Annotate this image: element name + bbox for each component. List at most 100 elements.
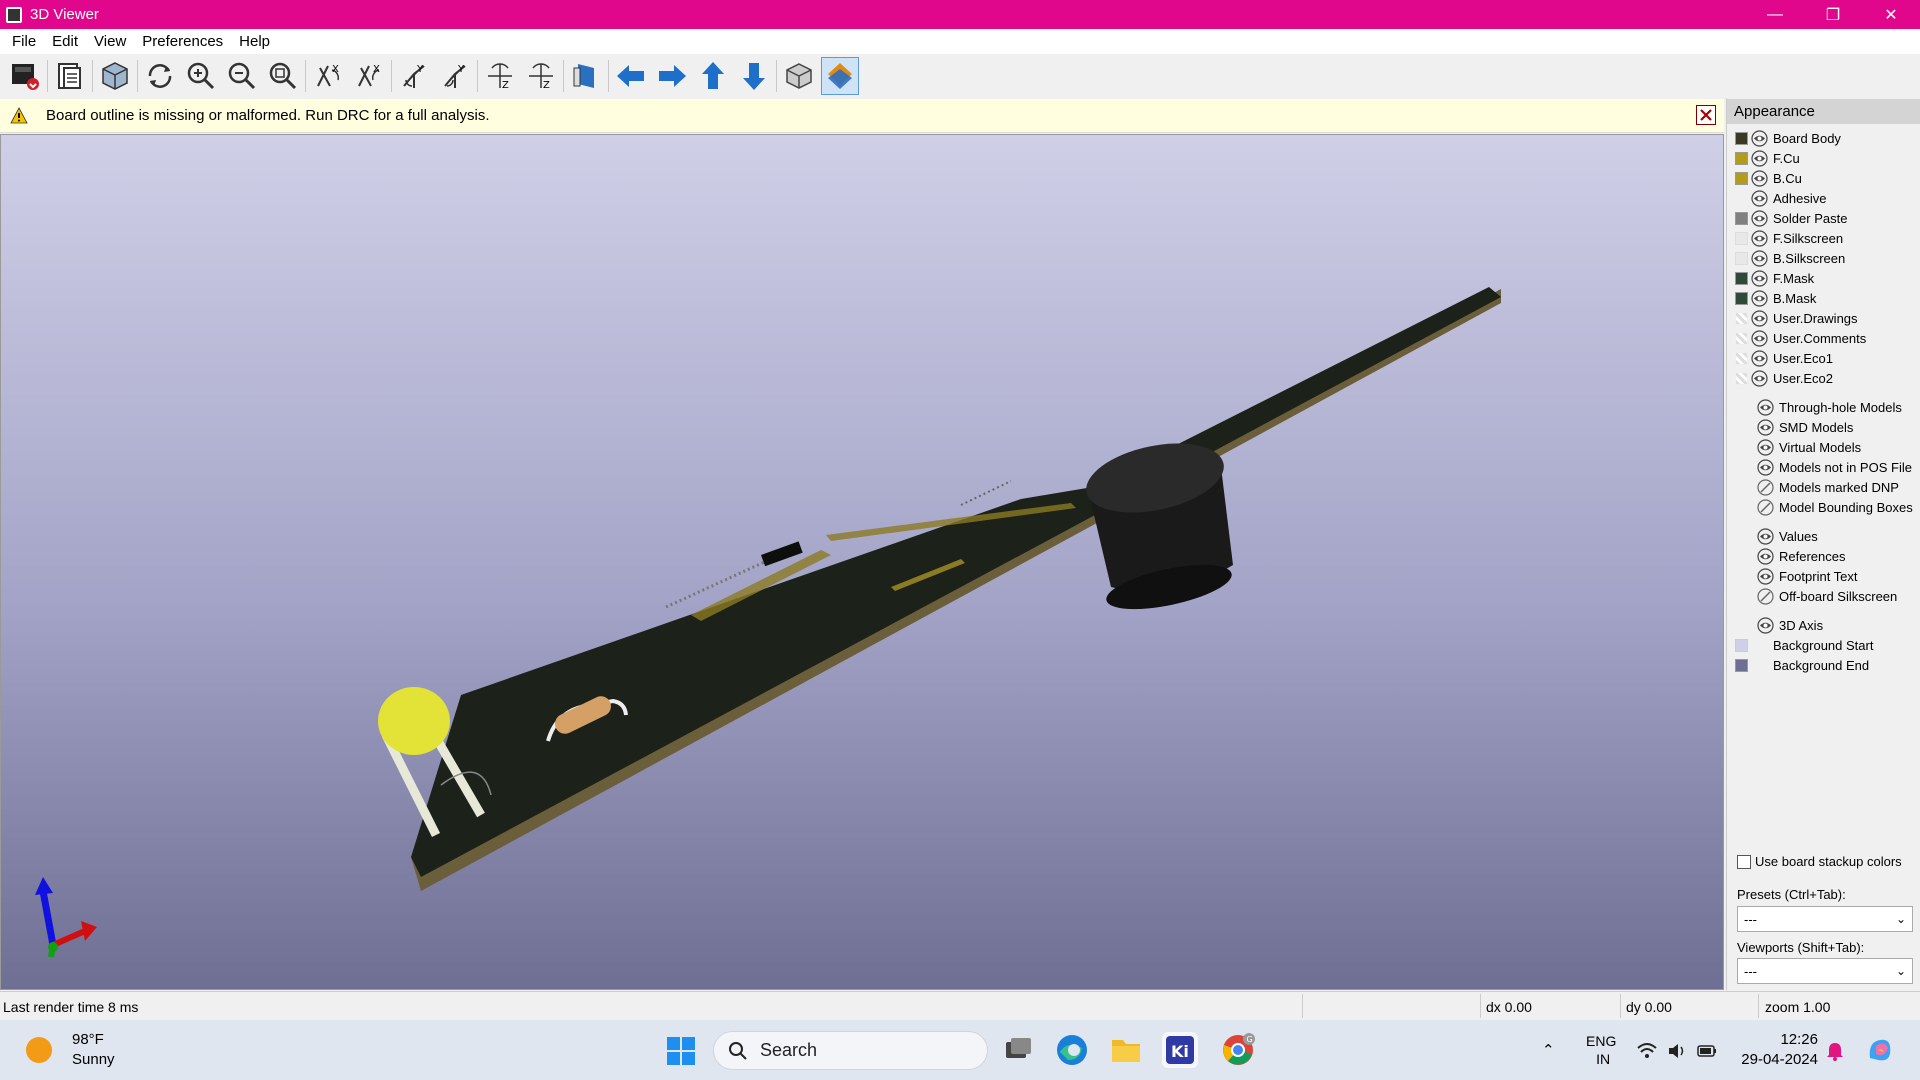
- taskbar-search[interactable]: Search: [713, 1031, 988, 1070]
- checkbox-box[interactable]: [1737, 854, 1751, 869]
- menu-preferences[interactable]: Preferences: [134, 33, 231, 50]
- color-swatch[interactable]: [1735, 638, 1748, 652]
- move-left-button[interactable]: [612, 57, 650, 95]
- eye-icon[interactable]: [1757, 418, 1774, 436]
- layer-row-user-comments[interactable]: User.Comments: [1735, 328, 1866, 348]
- color-swatch[interactable]: [1735, 271, 1748, 285]
- menu-view[interactable]: View: [86, 33, 134, 50]
- menu-edit[interactable]: Edit: [44, 33, 86, 50]
- layer-row-fsilkscreen[interactable]: F.Silkscreen: [1735, 228, 1843, 248]
- layer-row-solder-paste[interactable]: Solder Paste: [1735, 208, 1847, 228]
- eye-icon[interactable]: [1751, 329, 1768, 347]
- volume-icon[interactable]: [1666, 1040, 1688, 1062]
- layer-row-bcu[interactable]: B.Cu: [1735, 168, 1802, 188]
- color-swatch[interactable]: [1735, 331, 1748, 345]
- layer-row-board-body[interactable]: Board Body: [1735, 128, 1841, 148]
- reload-board-button[interactable]: [96, 57, 134, 95]
- move-up-button[interactable]: [694, 57, 732, 95]
- color-swatch[interactable]: [1735, 291, 1748, 305]
- kicad-taskbar-button[interactable]: Ki: [1162, 1032, 1198, 1068]
- notification-bell-icon[interactable]: [1824, 1040, 1846, 1062]
- eye-icon[interactable]: [1751, 369, 1768, 387]
- viewports-dropdown[interactable]: --- ⌄: [1737, 958, 1913, 984]
- layer-row-bmask[interactable]: B.Mask: [1735, 288, 1816, 308]
- eye-icon[interactable]: [1757, 616, 1774, 634]
- eye-icon[interactable]: [1757, 458, 1774, 476]
- infobar-close-button[interactable]: [1696, 105, 1716, 125]
- rotate-z-ccw-button[interactable]: Z: [481, 57, 519, 95]
- model-row-through-hole[interactable]: Through-hole Models: [1757, 397, 1902, 417]
- color-swatch[interactable]: [1735, 131, 1748, 145]
- color-swatch[interactable]: [1735, 211, 1748, 225]
- zoom-in-button[interactable]: [182, 57, 220, 95]
- eye-icon[interactable]: [1757, 398, 1774, 416]
- color-swatch[interactable]: [1735, 251, 1748, 265]
- layer-row-bsilkscreen[interactable]: B.Silkscreen: [1735, 248, 1845, 268]
- eye-icon[interactable]: [1751, 229, 1768, 247]
- rotate-y-ccw-button[interactable]: Y: [395, 57, 433, 95]
- layer-row-fcu[interactable]: F.Cu: [1735, 148, 1800, 168]
- edge-browser-icon[interactable]: [1054, 1032, 1090, 1068]
- eye-icon[interactable]: [1751, 149, 1768, 167]
- text-row-offboard-silk[interactable]: Off-board Silkscreen: [1757, 586, 1897, 606]
- zoom-fit-button[interactable]: [264, 57, 302, 95]
- language-indicator[interactable]: ENG IN: [1586, 1020, 1616, 1080]
- model-row-not-in-pos[interactable]: Models not in POS File: [1757, 457, 1912, 477]
- eye-icon[interactable]: [1751, 169, 1768, 187]
- rotate-view-button[interactable]: [141, 57, 179, 95]
- render-options-button[interactable]: [6, 57, 44, 95]
- eye-icon[interactable]: [1751, 349, 1768, 367]
- menu-file[interactable]: File: [4, 33, 44, 50]
- tray-chevron-icon[interactable]: ⌃: [1542, 1020, 1555, 1080]
- misc-row-bg-start[interactable]: Background Start: [1735, 635, 1873, 655]
- 3d-viewport[interactable]: [0, 134, 1724, 990]
- text-row-footprint-text[interactable]: Footprint Text: [1757, 566, 1858, 586]
- copilot-icon[interactable]: [1864, 1034, 1896, 1066]
- chrome-icon[interactable]: G: [1220, 1032, 1256, 1068]
- layer-row-fmask[interactable]: F.Mask: [1735, 268, 1814, 288]
- eye-icon[interactable]: [1751, 209, 1768, 227]
- layer-row-user-drawings[interactable]: User.Drawings: [1735, 308, 1858, 328]
- model-row-dnp[interactable]: Models marked DNP: [1757, 477, 1899, 497]
- copy-clipboard-button[interactable]: [51, 57, 89, 95]
- flip-board-button[interactable]: [567, 57, 605, 95]
- layer-row-adhesive[interactable]: Adhesive: [1735, 188, 1826, 208]
- color-swatch[interactable]: [1735, 371, 1748, 385]
- eye-icon[interactable]: [1751, 309, 1768, 327]
- eye-icon[interactable]: [1751, 289, 1768, 307]
- rotate-x-ccw-button[interactable]: X: [309, 57, 347, 95]
- misc-row-3d-axis[interactable]: 3D Axis: [1757, 615, 1823, 635]
- eye-icon[interactable]: [1757, 527, 1774, 545]
- move-right-button[interactable]: [653, 57, 691, 95]
- misc-row-bg-end[interactable]: Background End: [1735, 655, 1869, 675]
- rotate-x-cw-button[interactable]: X: [350, 57, 388, 95]
- color-swatch[interactable]: [1735, 192, 1748, 205]
- rotate-z-cw-button[interactable]: Z: [522, 57, 560, 95]
- move-down-button[interactable]: [735, 57, 773, 95]
- use-stackup-colors-checkbox[interactable]: Use board stackup colors: [1737, 854, 1902, 869]
- color-swatch[interactable]: [1735, 311, 1748, 325]
- color-swatch[interactable]: [1735, 351, 1748, 365]
- orthographic-button[interactable]: [780, 57, 818, 95]
- system-clock[interactable]: 12:26 29-04-2024: [1738, 1030, 1818, 1070]
- eye-hidden-icon[interactable]: [1757, 478, 1774, 496]
- wifi-icon[interactable]: [1636, 1040, 1658, 1062]
- model-row-smd[interactable]: SMD Models: [1757, 417, 1853, 437]
- eye-icon[interactable]: [1751, 269, 1768, 287]
- eye-hidden-icon[interactable]: [1757, 587, 1774, 605]
- maximize-button[interactable]: ❐: [1804, 0, 1862, 29]
- task-view-icon[interactable]: [1000, 1032, 1036, 1068]
- weather-widget[interactable]: 98°F Sunny: [26, 1030, 115, 1070]
- text-row-references[interactable]: References: [1757, 546, 1845, 566]
- color-swatch[interactable]: [1735, 171, 1748, 185]
- color-swatch[interactable]: [1735, 658, 1748, 672]
- close-button[interactable]: ✕: [1862, 0, 1920, 29]
- model-row-bounding-boxes[interactable]: Model Bounding Boxes: [1757, 497, 1913, 517]
- zoom-out-button[interactable]: [223, 57, 261, 95]
- raytracing-toggle[interactable]: [821, 57, 859, 95]
- file-explorer-icon[interactable]: [1108, 1032, 1144, 1068]
- presets-dropdown[interactable]: --- ⌄: [1737, 906, 1913, 932]
- color-swatch[interactable]: [1735, 151, 1748, 165]
- eye-hidden-icon[interactable]: [1757, 498, 1774, 516]
- color-swatch[interactable]: [1735, 231, 1748, 245]
